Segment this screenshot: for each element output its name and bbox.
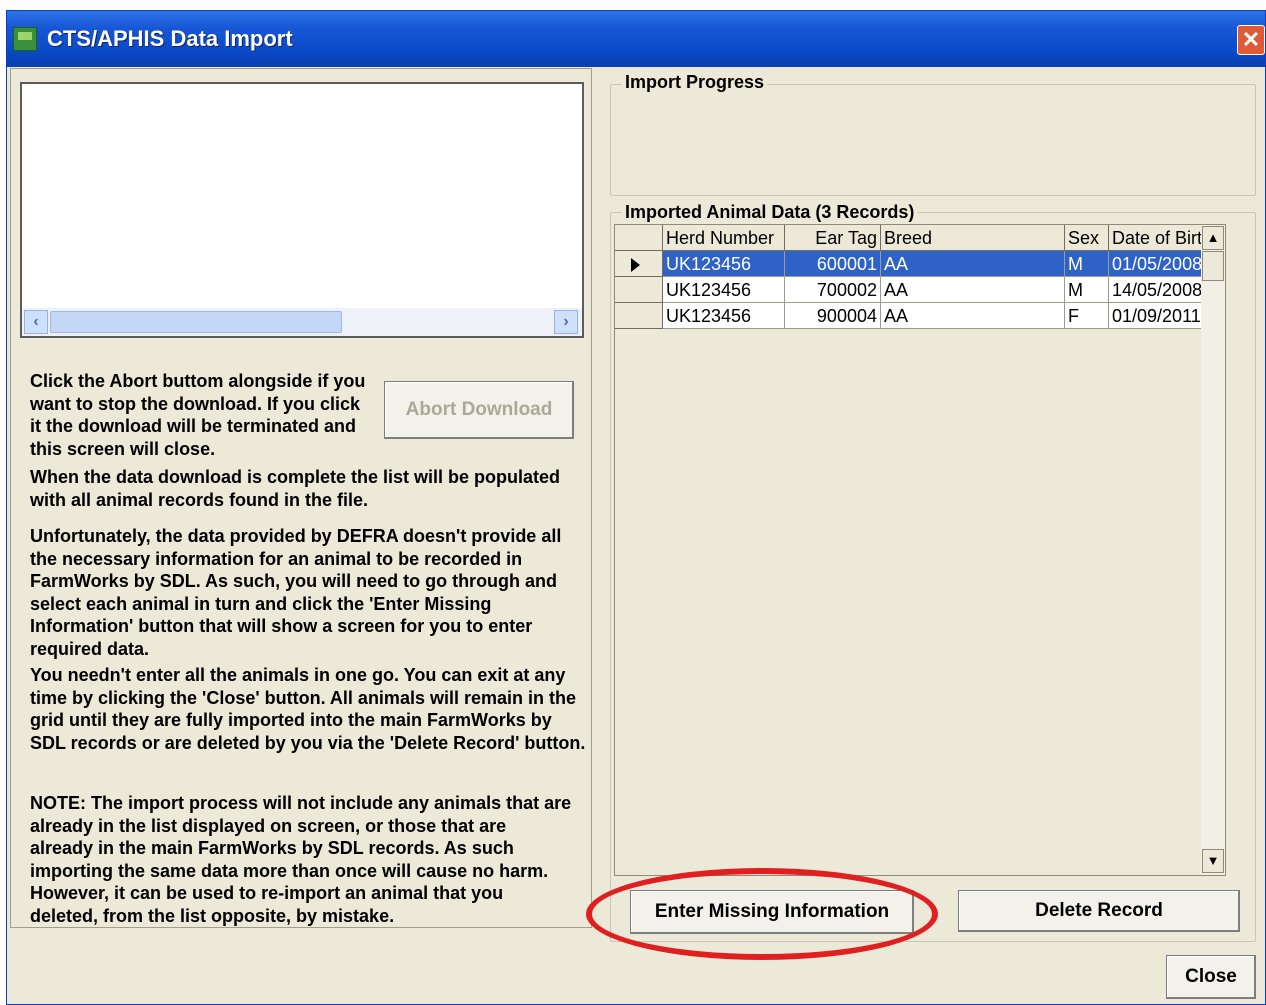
close-icon[interactable]: ✕ [1237, 25, 1265, 55]
instruction-paragraph-3: You needn't enter all the animals in one… [30, 665, 586, 753]
column-header-sex[interactable]: Sex [1065, 225, 1109, 251]
cell-ear-tag[interactable]: 700002 [785, 277, 881, 303]
row-header-corner [615, 225, 663, 251]
instruction-paragraph-2: Unfortunately, the data provided by DEFR… [30, 526, 562, 659]
cell-ear-tag[interactable]: 600001 [785, 251, 881, 277]
scroll-thumb[interactable] [1202, 251, 1224, 281]
cell-herd-number[interactable]: UK123456 [663, 303, 785, 329]
cell-ear-tag[interactable]: 900004 [785, 303, 881, 329]
arrow-up-icon[interactable]: ▲ [1202, 226, 1224, 250]
animal-data-grid[interactable]: Herd Number Ear Tag Breed Sex Date of Bi… [614, 224, 1226, 876]
table-row[interactable]: UK123456 700002 AA M 14/05/2008 [615, 277, 1217, 303]
instruction-paragraph-1: When the data download is complete the l… [30, 467, 561, 510]
chevron-right-icon[interactable]: › [554, 310, 578, 334]
column-header-ear-tag[interactable]: Ear Tag [785, 225, 881, 251]
column-header-herd-number[interactable]: Herd Number [663, 225, 785, 251]
cell-herd-number[interactable]: UK123456 [663, 251, 785, 277]
instruction-paragraph-4: NOTE: The import process will not includ… [30, 793, 572, 926]
abort-download-button[interactable]: Abort Download [384, 381, 574, 439]
abort-instructions: Click the Abort buttom alongside if you … [30, 371, 366, 459]
arrow-down-icon[interactable]: ▼ [1202, 849, 1224, 873]
cell-breed[interactable]: AA [881, 277, 1065, 303]
log-horizontal-scrollbar[interactable]: ‹ › [22, 308, 582, 336]
imported-data-label: Imported Animal Data (3 Records) [622, 202, 918, 223]
import-progress-label: Import Progress [622, 72, 768, 93]
cell-sex[interactable]: M [1065, 277, 1109, 303]
row-pointer-icon [631, 258, 640, 272]
column-header-breed[interactable]: Breed [881, 225, 1065, 251]
title-bar[interactable]: CTS/APHIS Data Import ✕ [7, 11, 1265, 67]
enter-missing-information-button[interactable]: Enter Missing Information [630, 890, 914, 934]
row-selector[interactable] [615, 303, 663, 329]
cell-sex[interactable]: F [1065, 303, 1109, 329]
table-row[interactable]: UK123456 900004 AA F 01/09/2011 [615, 303, 1217, 329]
app-icon [13, 27, 37, 51]
download-log [20, 82, 584, 338]
cell-sex[interactable]: M [1065, 251, 1109, 277]
chevron-left-icon[interactable]: ‹ [24, 310, 48, 334]
cell-breed[interactable]: AA [881, 251, 1065, 277]
scroll-thumb[interactable] [50, 311, 342, 333]
delete-record-button[interactable]: Delete Record [958, 890, 1240, 932]
import-progress-group [610, 84, 1256, 196]
row-selector[interactable] [615, 277, 663, 303]
table-row[interactable]: UK123456 600001 AA M 01/05/2008 [615, 251, 1217, 277]
row-selector[interactable] [615, 251, 663, 277]
cell-breed[interactable]: AA [881, 303, 1065, 329]
close-button[interactable]: Close [1166, 955, 1256, 999]
window-title: CTS/APHIS Data Import [47, 26, 293, 51]
grid-vertical-scrollbar[interactable]: ▲ ▼ [1201, 225, 1225, 875]
cell-herd-number[interactable]: UK123456 [663, 277, 785, 303]
grid-header: Herd Number Ear Tag Breed Sex Date of Bi… [615, 225, 1217, 251]
